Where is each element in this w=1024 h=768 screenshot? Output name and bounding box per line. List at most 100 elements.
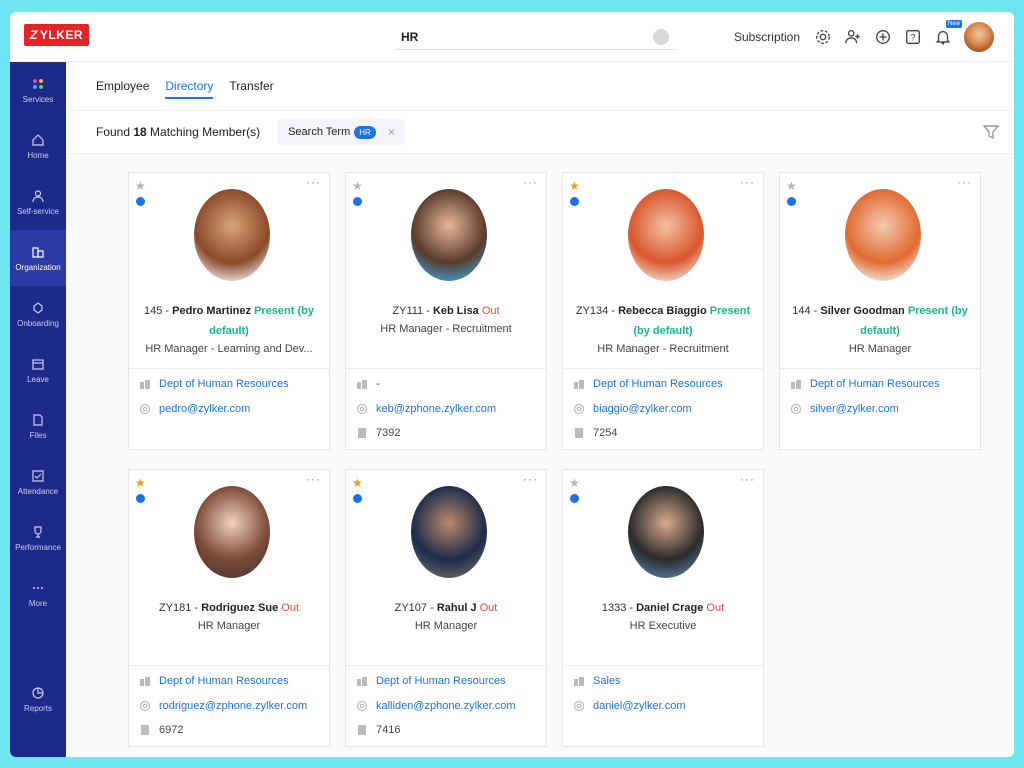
tab-directory[interactable]: Directory (165, 69, 214, 103)
chat-icon[interactable] (787, 197, 796, 206)
department-row: Dept of Human Resources (139, 675, 321, 687)
tab-transfer[interactable]: Transfer (229, 69, 273, 103)
employee-id: ZY134 (575, 305, 609, 317)
member-card[interactable]: ★ ··· ZY134 - Rebecca Biaggio Present (by … (562, 172, 764, 450)
favorite-star-icon[interactable]: ★ (135, 476, 146, 490)
employee-name-line[interactable]: 145 - Pedro Martinez Present (by default… (137, 301, 321, 341)
department-row: Sales (573, 675, 755, 687)
department-link[interactable]: Dept of Human Resources (159, 675, 289, 687)
chat-icon[interactable] (570, 494, 579, 503)
zylker-logo[interactable]: Z YLKER (24, 24, 90, 46)
search-icon[interactable] (653, 29, 669, 45)
employee-name-line[interactable]: ZY107 - Rahul J Out (354, 598, 538, 618)
sidebar-item-services[interactable]: Services (10, 62, 66, 118)
department-link[interactable]: Dept of Human Resources (593, 378, 723, 390)
employee-photo (194, 189, 270, 281)
sidebar-item-performance[interactable]: Performance (10, 510, 66, 566)
email-link[interactable]: silver@zylker.com (810, 403, 899, 415)
more-options-icon[interactable]: ··· (306, 175, 321, 189)
more-options-icon[interactable]: ··· (306, 472, 321, 486)
employee-photo (411, 189, 487, 281)
employee-name-line[interactable]: ZY111 - Keb Lisa Out (354, 301, 538, 321)
employee-name-line[interactable]: ZY181 - Rodriguez Sue Out (137, 598, 321, 618)
member-card[interactable]: ★ ··· ZY181 - Rodriguez Sue Out HR Manager D… (128, 469, 330, 747)
attendance-icon (31, 469, 45, 483)
settings-gear-icon[interactable] (814, 28, 832, 46)
more-options-icon[interactable]: ··· (523, 175, 538, 189)
more-options-icon[interactable]: ··· (957, 175, 972, 189)
chat-icon[interactable] (570, 197, 579, 206)
clear-search-term-icon[interactable]: × (388, 125, 395, 139)
email-link[interactable]: kalliden@zphone.zylker.com (376, 700, 516, 712)
tab-employee[interactable]: Employee (96, 69, 149, 103)
chat-icon[interactable] (353, 197, 362, 206)
department-link[interactable]: Dept of Human Resources (159, 378, 289, 390)
email-link[interactable]: biaggio@zylker.com (593, 403, 692, 415)
user-avatar[interactable] (964, 22, 994, 52)
employee-role: HR Executive (629, 620, 697, 632)
card-divider (563, 665, 763, 666)
add-circle-icon[interactable] (874, 28, 892, 46)
sidebar-item-files[interactable]: Files (10, 398, 66, 454)
email-at-icon (139, 403, 151, 415)
more-options-icon[interactable]: ··· (740, 175, 755, 189)
help-icon[interactable]: ? (904, 28, 922, 46)
more-options-icon[interactable]: ··· (740, 472, 755, 486)
card-divider (129, 665, 329, 666)
favorite-star-icon[interactable]: ★ (569, 476, 580, 490)
subscription-link[interactable]: Subscription (734, 30, 800, 44)
email-link[interactable]: rodriguez@zphone.zylker.com (159, 700, 307, 712)
sidebar-item-leave[interactable]: Leave (10, 342, 66, 398)
employee-role: HR Manager - Recruitment (597, 343, 729, 355)
add-user-icon[interactable] (844, 28, 862, 46)
department-row: Dept of Human Resources (356, 675, 538, 687)
member-card[interactable]: ★ ··· ZY107 - Rahul J Out HR Manager Dept of… (345, 469, 547, 747)
email-link[interactable]: pedro@zylker.com (159, 403, 250, 415)
employee-name-line[interactable]: 1333 - Daniel Crage Out (571, 598, 755, 618)
extension-icon (356, 427, 368, 439)
employee-id: 145 (144, 305, 163, 317)
sidebar-item-reports[interactable]: Reports (10, 671, 66, 727)
extension-number: 7254 (593, 427, 618, 439)
more-options-icon[interactable]: ··· (523, 472, 538, 486)
chat-icon[interactable] (136, 197, 145, 206)
sidebar-item-label: Attendance (17, 486, 59, 496)
member-card[interactable]: ★ ··· 1333 - Daniel Crage Out HR Executive S… (562, 469, 764, 747)
member-card[interactable]: ★ ··· 145 - Pedro Martinez Present (by def… (128, 172, 330, 450)
filter-funnel-icon[interactable] (982, 123, 1000, 141)
sidebar-item-label: Home (27, 150, 49, 160)
notifications-bell-icon[interactable]: New (934, 20, 962, 46)
search-term-label: Search Term (288, 126, 351, 138)
employee-id: ZY111 (392, 305, 424, 317)
department-row: Dept of Human Resources (139, 378, 321, 390)
favorite-star-icon[interactable]: ★ (786, 179, 797, 193)
email-at-icon (356, 700, 368, 712)
sidebar-item-organization[interactable]: Organization (10, 230, 66, 286)
department-row: Dept of Human Resources (573, 378, 755, 390)
email-row: keb@zphone.zylker.com (356, 403, 538, 415)
department-link[interactable]: Sales (593, 675, 621, 687)
member-card[interactable]: ★ ··· ZY111 - Keb Lisa Out HR Manager - Rec… (345, 172, 547, 450)
favorite-star-icon[interactable]: ★ (352, 476, 363, 490)
department-link[interactable]: Dept of Human Resources (810, 378, 940, 390)
sidebar-item-more[interactable]: More (10, 566, 66, 622)
chat-icon[interactable] (136, 494, 145, 503)
sidebar-item-onboarding[interactable]: Onboarding (10, 286, 66, 342)
search-input[interactable] (395, 29, 635, 44)
employee-name: Keb Lisa (432, 305, 479, 317)
status-badge: Out (481, 305, 500, 317)
sidebar-item-attendance[interactable]: Attendance (10, 454, 66, 510)
employee-name-line[interactable]: 144 - Silver Goodman Present (by default… (788, 301, 972, 341)
department-link[interactable]: Dept of Human Resources (376, 675, 506, 687)
member-card[interactable]: ★ ··· 144 - Silver Goodman Present (by def… (779, 172, 981, 450)
employee-name-line[interactable]: ZY134 - Rebecca Biaggio Present (by defa… (571, 301, 755, 341)
email-link[interactable]: daniel@zylker.com (593, 700, 685, 712)
sidebar-item-home[interactable]: Home (10, 118, 66, 174)
favorite-star-icon[interactable]: ★ (569, 179, 580, 193)
email-link[interactable]: keb@zphone.zylker.com (376, 403, 496, 415)
favorite-star-icon[interactable]: ★ (135, 179, 146, 193)
sidebar-item-self-service[interactable]: Self-service (10, 174, 66, 230)
chat-icon[interactable] (353, 494, 362, 503)
employee-role: HR Manager (848, 343, 912, 355)
favorite-star-icon[interactable]: ★ (352, 179, 363, 193)
